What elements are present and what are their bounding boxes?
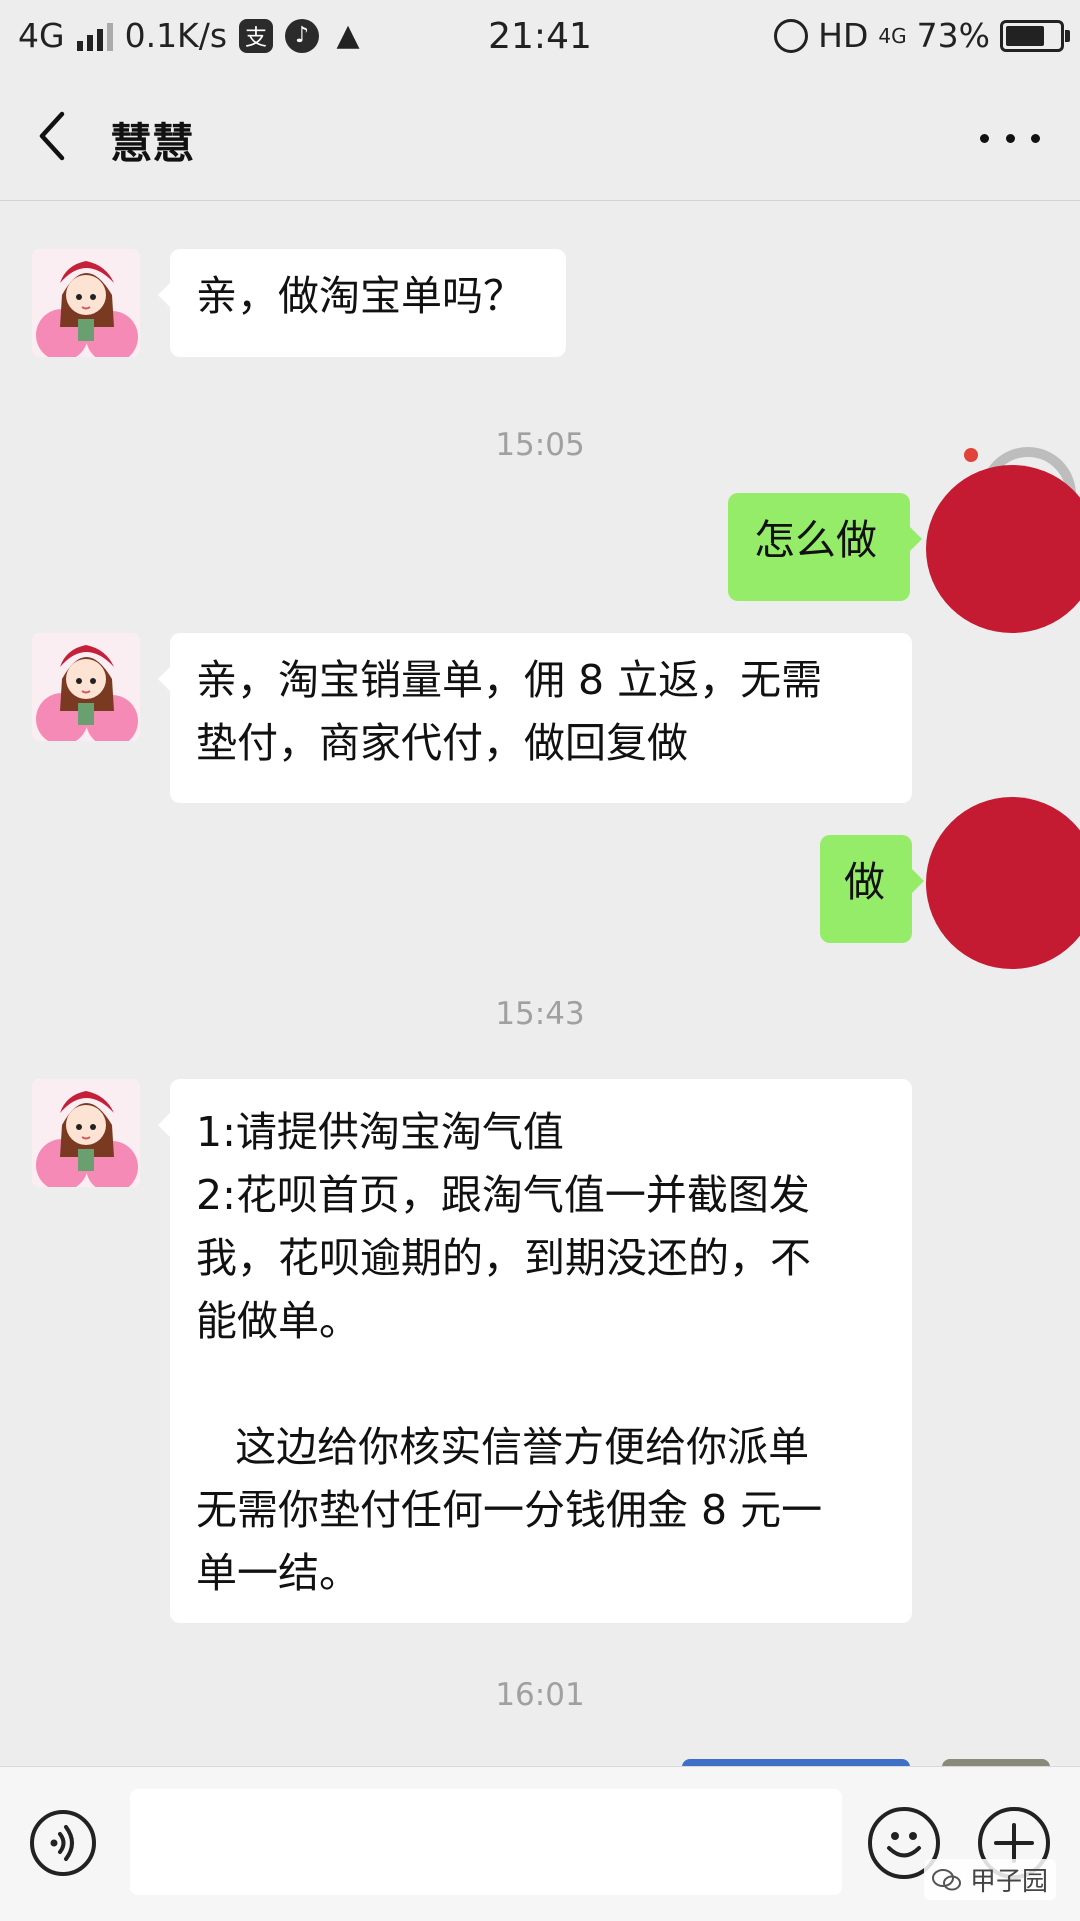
voice-icon [50, 1825, 74, 1861]
message-line: 单一结。 [196, 1549, 360, 1597]
message-line: 这边给你核实信誉方便给你派单 [196, 1423, 810, 1471]
contact-avatar[interactable] [32, 1079, 140, 1187]
voice-button[interactable] [30, 1810, 96, 1876]
network-type-secondary: 4G [878, 23, 907, 48]
timestamp: 15:43 [495, 996, 585, 1032]
message-line: 2:花呗首页，跟淘气值一并截图发 [196, 1171, 810, 1219]
message-line: 能做单。 [196, 1297, 360, 1345]
input-bar: 甲子园 [0, 1766, 1080, 1921]
received-message[interactable]: 1:请提供淘宝淘气值 2:花呗首页，跟淘气值一并截图发 我，花呗逾期的，到期没还… [158, 1079, 912, 1623]
message-line: 1:请提供淘宝淘气值 [196, 1108, 564, 1156]
timestamp: 16:01 [495, 1677, 585, 1713]
message-line: 亲，做淘宝单吗？ [196, 272, 524, 320]
sent-message[interactable]: 做 [820, 835, 924, 943]
wechat-logo-icon [931, 1868, 961, 1890]
girl-avatar-icon [32, 1079, 140, 1187]
received-message[interactable]: 亲，做淘宝单吗？ [158, 249, 566, 357]
contact-avatar[interactable] [32, 633, 140, 741]
girl-avatar-icon [32, 249, 140, 357]
received-message[interactable]: 亲，淘宝销量单，佣 8 立返，无需 垫付，商家代付，做回复做 [158, 633, 912, 803]
message-line: 做 [844, 858, 885, 906]
redacted-avatar [926, 465, 1080, 633]
more-button[interactable] [980, 113, 1040, 163]
message-input[interactable] [130, 1789, 842, 1895]
watermark-text: 甲子园 [969, 1867, 1048, 1897]
sent-message[interactable]: 怎么做 [728, 493, 922, 601]
chat-area[interactable]: 亲，做淘宝单吗？ 15:05 怎么做 亲，淘宝销量单，佣 8 立返，无需 垫付，… [0, 201, 1080, 1766]
watermark: 甲子园 [923, 1859, 1056, 1900]
hd-indicator: HD [818, 16, 869, 55]
chevron-left-icon [39, 111, 65, 161]
back-button[interactable] [30, 106, 80, 166]
message-line: 垫付，商家代付，做回复做 [196, 719, 688, 767]
avatar-partial [942, 1759, 1050, 1766]
contact-avatar[interactable] [32, 249, 140, 357]
girl-avatar-icon [32, 633, 140, 741]
message-line: 怎么做 [754, 516, 877, 564]
battery-percent: 73% [916, 16, 990, 55]
chat-title: 慧慧 [110, 119, 195, 168]
timestamp: 15:05 [495, 427, 585, 463]
message-line: 无需你垫付任何一分钱佣金 8 元一 [196, 1486, 823, 1534]
chat-header: 慧慧 [0, 78, 1080, 201]
message-line: 我，花呗逾期的，到期没还的，不 [196, 1234, 811, 1282]
image-message-partial[interactable] [682, 1759, 910, 1766]
message-line: 亲，淘宝销量单，佣 8 立返，无需 [196, 656, 823, 704]
unread-dot [964, 448, 978, 462]
more-dots-icon [980, 133, 989, 143]
battery-icon [1000, 19, 1070, 52]
status-bar: 4G 0.1K/s 支 ♪ ▲ 21:41 HD 4G 73% [0, 0, 1080, 78]
alarm-icon [774, 18, 809, 53]
status-right: HD 4G 73% [774, 16, 1070, 55]
redacted-avatar [926, 797, 1080, 969]
message-line [196, 1353, 886, 1416]
